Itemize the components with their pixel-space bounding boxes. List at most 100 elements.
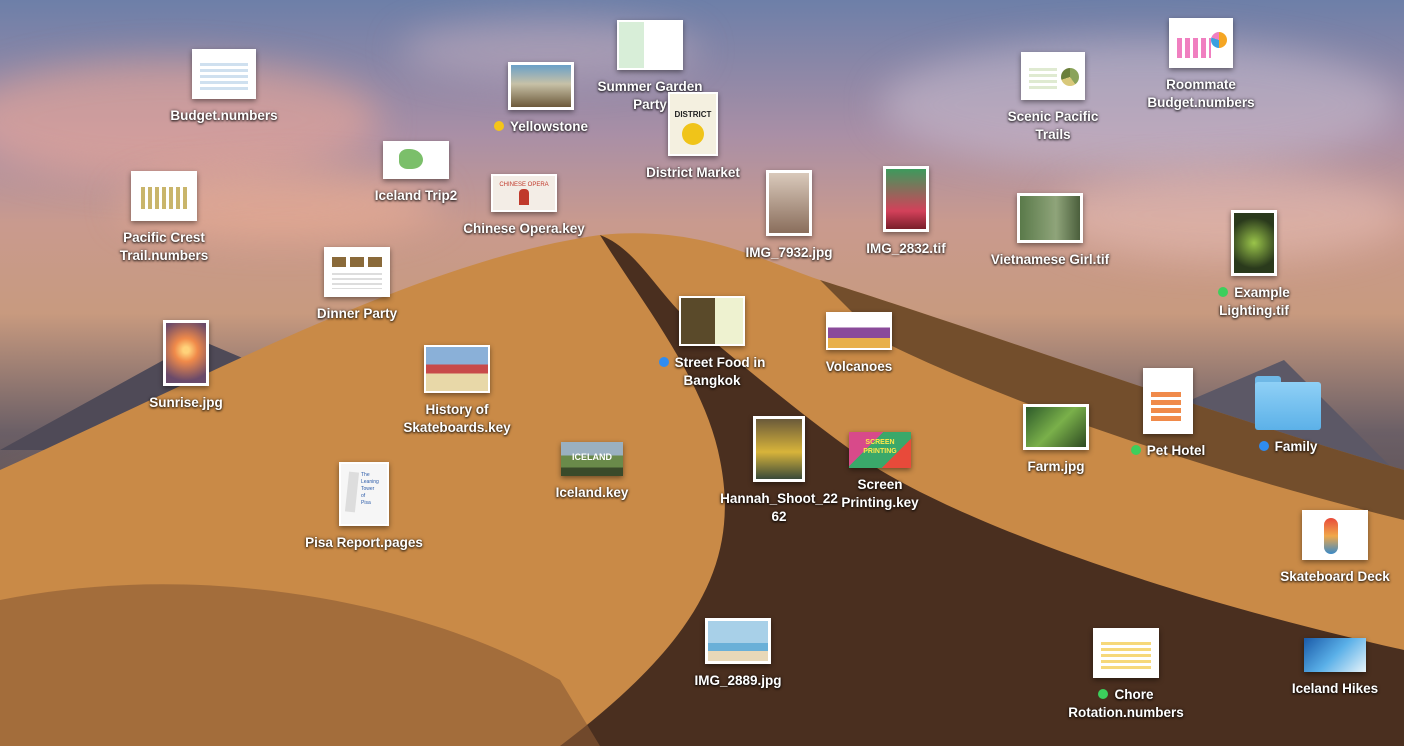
pie-chart-graphic (1061, 68, 1079, 86)
desktop-icon-street-food-bangkok[interactable]: Street Food in Bangkok (632, 296, 792, 390)
numbers-file-icon (1021, 52, 1085, 100)
bar-chart-graphic (1177, 38, 1211, 58)
icon-label: IMG_2832.tif (866, 241, 946, 256)
green-tag-icon (1098, 689, 1109, 699)
numbers-file-icon (1093, 628, 1159, 678)
icon-label: Iceland.key (555, 485, 629, 500)
desktop-icon-pacific-crest-trail[interactable]: Pacific Crest Trail.numbers (84, 171, 244, 265)
pie-chart-graphic (1211, 32, 1227, 48)
desktop-icon-pisa-report[interactable]: The Leaning Tower of Pisa Pisa Report.pa… (284, 462, 444, 552)
desktop-icon-budget[interactable]: Budget.numbers (144, 49, 304, 125)
opera-figure-graphic (519, 189, 529, 205)
desktop-icon-screen-printing[interactable]: SCREEN PRINTING Screen Printing.key (800, 432, 960, 512)
thumb-text: ICELAND (572, 452, 612, 462)
keynote-file-icon (424, 345, 490, 393)
icon-label-text: Street Food in Bangkok (674, 355, 766, 388)
pages-file-icon: DISTRICT (668, 92, 718, 156)
lemon-graphic (682, 123, 704, 145)
keynote-file-icon (1304, 638, 1366, 672)
icon-label: Roommate Budget.numbers (1147, 77, 1255, 110)
desktop-icon-scenic-pacific-trails[interactable]: Scenic Pacific Trails (973, 52, 1133, 144)
keynote-file-icon (826, 312, 892, 350)
pages-file-icon (617, 20, 683, 70)
icon-label: Street Food in Bangkok (658, 354, 766, 390)
desktop-icon-img-2832[interactable]: IMG_2832.tif (826, 166, 986, 258)
thumb-text: CHINESE OPERA (499, 182, 549, 188)
desktop-icon-history-skateboards[interactable]: History of Skateboards.key (377, 345, 537, 437)
thumb-text: The Leaning Tower of Pisa (361, 472, 379, 506)
desktop-icon-dinner-party[interactable]: Dinner Party (277, 247, 437, 323)
image-file-icon (163, 320, 209, 386)
image-file-icon (766, 170, 812, 236)
icon-label: Screen Printing.key (841, 477, 919, 510)
image-file-icon (753, 416, 805, 482)
icon-label: Skateboard Deck (1280, 569, 1390, 584)
icon-label: Scenic Pacific Trails (1007, 109, 1099, 142)
thumb-text: SCREEN PRINTING (863, 439, 897, 455)
blue-tag-icon (658, 357, 669, 367)
desktop-icon-sunrise[interactable]: Sunrise.jpg (106, 320, 266, 412)
icon-label: IMG_7932.jpg (745, 245, 833, 260)
icon-label: Chore Rotation.numbers (1068, 686, 1184, 722)
desktop-icon-iceland-hikes[interactable]: Iceland Hikes (1255, 638, 1404, 698)
icon-label: Family (1258, 438, 1318, 456)
icon-label-text: Chore Rotation.numbers (1068, 687, 1184, 720)
icon-label: History of Skateboards.key (403, 402, 511, 435)
tower-graphic (344, 471, 360, 513)
folder-icon (1255, 376, 1321, 430)
image-file-icon (1023, 404, 1089, 450)
desktop-icon-district-market[interactable]: DISTRICT District Market (613, 92, 773, 182)
desktop-icon-volcanoes[interactable]: Volcanoes (779, 312, 939, 376)
icon-label: Pisa Report.pages (305, 535, 423, 550)
icon-label: Budget.numbers (170, 108, 278, 123)
keynote-file-icon (679, 296, 745, 346)
yellow-tag-icon (493, 121, 504, 131)
desktop-icon-example-lighting[interactable]: Example Lighting.tif (1174, 210, 1334, 320)
blue-tag-icon (1258, 441, 1269, 451)
icon-label: Farm.jpg (1027, 459, 1085, 474)
icon-label: IMG_2889.jpg (694, 673, 782, 688)
pages-file-icon (324, 247, 390, 297)
image-file-icon (1017, 193, 1083, 243)
keynote-file-icon (508, 62, 574, 110)
icon-label: Chinese Opera.key (463, 221, 585, 236)
icon-label: Yellowstone (493, 118, 589, 136)
desktop-icon-vietnamese-girl[interactable]: Vietnamese Girl.tif (970, 193, 1130, 269)
icon-label: Dinner Party (316, 306, 398, 321)
bar-chart-graphic (1151, 392, 1181, 422)
icon-label: Pet Hotel (1130, 442, 1206, 460)
map-graphic (399, 149, 423, 169)
icon-label: Pacific Crest Trail.numbers (119, 230, 209, 263)
pages-file-icon (1302, 510, 1368, 560)
keynote-file-icon: SCREEN PRINTING (849, 432, 911, 468)
desktop-icon-chore-rotation[interactable]: Chore Rotation.numbers (1046, 628, 1206, 722)
icon-label-text: Family (1274, 439, 1318, 454)
icon-label: Sunrise.jpg (149, 395, 223, 410)
numbers-file-icon (192, 49, 256, 99)
image-file-icon (1231, 210, 1277, 276)
icon-label-text: Pet Hotel (1146, 443, 1206, 458)
icon-label-text: Example Lighting.tif (1219, 285, 1290, 318)
keynote-file-icon: CHINESE OPERA (491, 174, 557, 212)
thumb-text: DISTRICT (674, 110, 712, 119)
image-file-icon (883, 166, 929, 232)
icon-label: Vietnamese Girl.tif (990, 252, 1110, 267)
icon-label: Iceland Hikes (1291, 681, 1379, 696)
keynote-file-icon: ICELAND (561, 442, 623, 476)
image-file-icon (705, 618, 771, 664)
desktop-icon-farm[interactable]: Farm.jpg (976, 404, 1136, 476)
icon-label: Example Lighting.tif (1218, 284, 1290, 320)
skateboard-graphic (1324, 518, 1338, 554)
green-tag-icon (1218, 287, 1229, 297)
desktop-icon-roommate-budget[interactable]: Roommate Budget.numbers (1121, 18, 1281, 112)
icon-label-text: Yellowstone (509, 119, 589, 134)
desktop-icon-skateboard-deck[interactable]: Skateboard Deck (1255, 510, 1404, 586)
pages-file-icon (383, 141, 449, 179)
desktop-icon-family-folder[interactable]: Family (1208, 376, 1368, 456)
food-photo-graphic (332, 257, 382, 267)
desktop-icon-iceland-key[interactable]: ICELAND Iceland.key (512, 442, 672, 502)
numbers-file-icon (1169, 18, 1233, 68)
desktop-icon-chinese-opera[interactable]: CHINESE OPERA Chinese Opera.key (444, 174, 604, 238)
pages-file-icon (1143, 368, 1193, 434)
desktop-icon-img-2889[interactable]: IMG_2889.jpg (658, 618, 818, 690)
